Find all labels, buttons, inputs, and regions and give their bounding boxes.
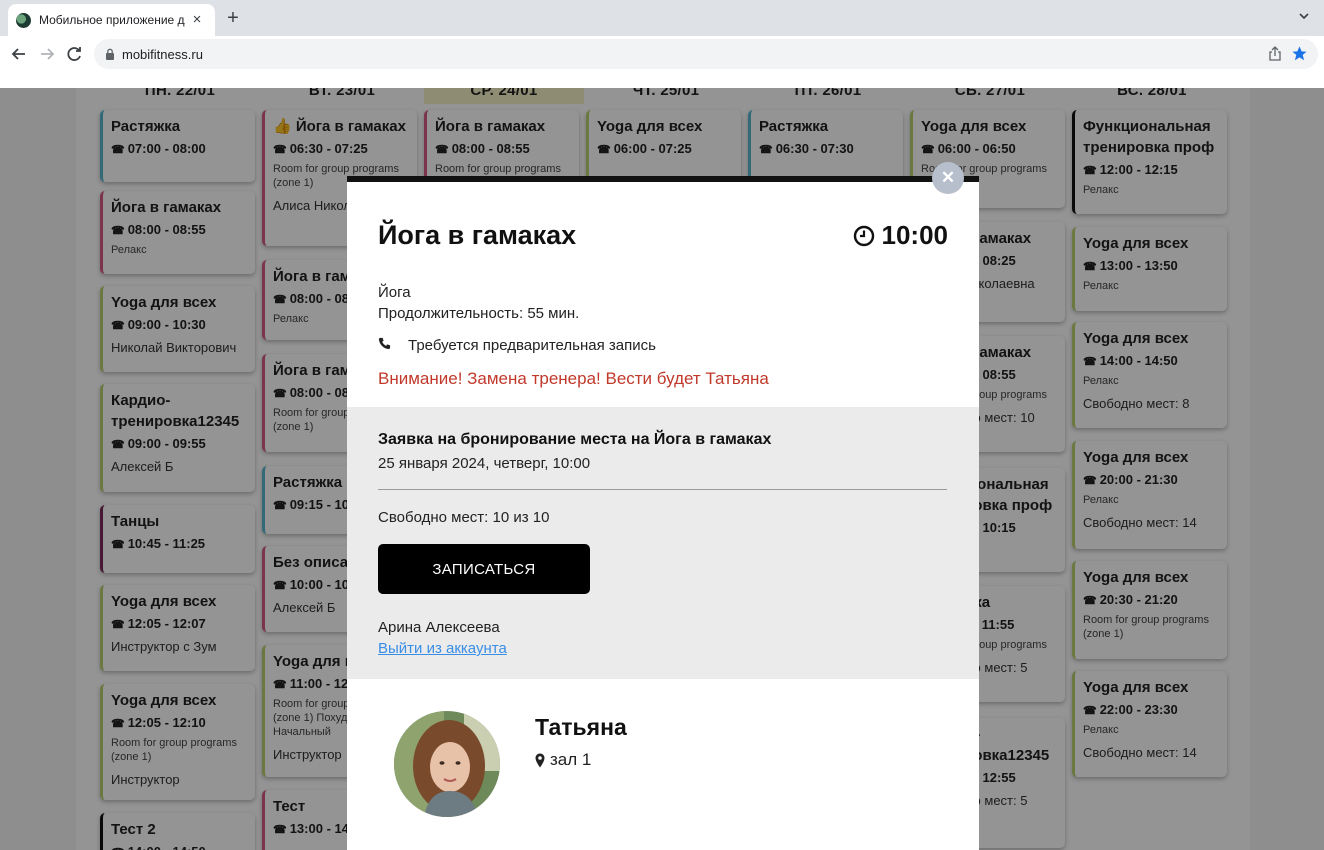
- share-icon[interactable]: [1268, 46, 1282, 62]
- booking-date: 25 января 2024, четверг, 10:00: [378, 455, 591, 472]
- booking-title: Заявка на бронирование места на Йога в г…: [378, 431, 772, 448]
- logout-link[interactable]: Выйти из аккаунта: [378, 640, 507, 657]
- trainer-change-warning: Внимание! Замена тренера! Вести будет Та…: [378, 369, 769, 388]
- reload-icon[interactable]: [63, 43, 85, 65]
- current-user-name: Арина Алексеева: [378, 619, 500, 636]
- trainer-name: Татьяна: [535, 714, 627, 740]
- modal-time: 10:00: [853, 220, 949, 251]
- bookmark-star-icon[interactable]: [1291, 45, 1308, 62]
- back-arrow-icon[interactable]: [8, 43, 30, 65]
- trainer-room: зал 1: [535, 750, 591, 770]
- lock-icon[interactable]: [105, 48, 115, 60]
- class-category: Йога: [378, 284, 411, 301]
- trainer-avatar: [394, 711, 500, 817]
- browser-toolbar: mobifitness.ru: [0, 36, 1324, 88]
- browser-tab[interactable]: Мобильное приложение для ×: [8, 4, 215, 36]
- new-tab-icon[interactable]: +: [224, 8, 242, 28]
- url-text[interactable]: mobifitness.ru: [122, 47, 203, 62]
- trainer-room-label: зал 1: [550, 750, 592, 769]
- modal-title: Йога в гамаках: [378, 220, 577, 250]
- sign-up-button[interactable]: ЗАПИСАТЬСЯ: [378, 544, 590, 594]
- tab-search-chevron-icon[interactable]: [1298, 10, 1310, 22]
- clock-icon: [853, 225, 874, 246]
- prebooking-required-text: Требуется предварительная запись: [408, 337, 656, 354]
- phone-icon: [378, 337, 391, 350]
- free-places-text: Свободно мест: 10 из 10: [378, 509, 550, 526]
- booking-section: Заявка на бронирование места на Йога в г…: [347, 407, 979, 679]
- class-details-modal: Йога в гамаках 10:00 Йога Продолжительно…: [347, 176, 979, 850]
- forward-arrow-icon[interactable]: [36, 43, 58, 65]
- modal-time-value: 10:00: [881, 220, 949, 250]
- site-favicon-icon: [16, 12, 31, 28]
- address-bar[interactable]: mobifitness.ru: [94, 39, 1318, 69]
- tab-close-icon[interactable]: ×: [189, 12, 205, 28]
- class-duration: Продолжительность: 55 мин.: [378, 305, 580, 322]
- location-pin-icon: [535, 753, 545, 767]
- trainer-photo: [394, 711, 500, 817]
- booking-divider: [378, 489, 947, 490]
- browser-tabstrip: Мобильное приложение для × +: [0, 0, 1324, 36]
- tab-title: Мобильное приложение для: [39, 13, 185, 27]
- close-modal-icon[interactable]: ✕: [932, 162, 964, 194]
